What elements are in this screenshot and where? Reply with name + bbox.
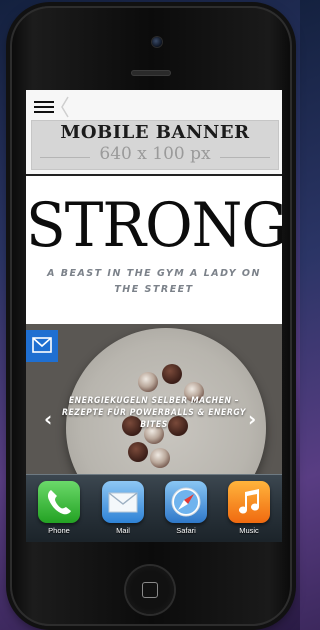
home-square-icon	[142, 582, 158, 598]
energy-ball	[128, 442, 148, 462]
hamburger-menu-button[interactable]	[34, 98, 54, 114]
banner-title: MOBILE BANNER	[60, 122, 250, 143]
mail-icon	[102, 481, 144, 523]
banner-size-label: 640 x 100 px	[99, 144, 211, 164]
slider-prev-button[interactable]: ‹	[44, 409, 58, 429]
dock-app-label: Music	[239, 526, 259, 535]
email-share-button[interactable]	[26, 330, 58, 362]
dock-app-phone[interactable]: Phone	[36, 481, 82, 535]
earpiece-speaker	[131, 70, 171, 76]
energy-ball	[138, 372, 158, 392]
dock-app-mail[interactable]: Mail	[100, 481, 146, 535]
hamburger-icon-line	[34, 106, 54, 108]
phone-screen: MOBILE BANNER 640 x 100 px STRONG A BEAS…	[26, 90, 282, 542]
dock-app-safari[interactable]: Safari	[163, 481, 209, 535]
dock-app-music[interactable]: Music	[226, 481, 272, 535]
energy-ball	[150, 448, 170, 468]
energy-ball	[162, 364, 182, 384]
safari-icon	[165, 481, 207, 523]
dimension-line	[220, 157, 270, 158]
featured-slider[interactable]: ENERGIEKUGELN SELBER MACHEN – REZEPTE FÜ…	[26, 324, 282, 474]
site-logo[interactable]: STRONG	[26, 192, 282, 257]
ios-dock: Phone Mail Safari Music	[26, 474, 282, 542]
hamburger-icon-line	[34, 111, 54, 113]
hero-section: STRONG A BEAST IN THE GYM A LADY ON THE …	[26, 174, 282, 326]
envelope-icon	[32, 337, 52, 353]
slider-next-button[interactable]: ›	[248, 409, 262, 429]
hamburger-icon-line	[34, 101, 54, 103]
site-tagline: A BEAST IN THE GYM A LADY ON THE STREET	[47, 268, 261, 295]
home-button[interactable]	[126, 566, 174, 614]
slide-caption[interactable]: ENERGIEKUGELN SELBER MACHEN – REZEPTE FÜ…	[54, 395, 254, 431]
dock-app-label: Mail	[116, 526, 130, 535]
dock-app-label: Phone	[48, 526, 70, 535]
dock-app-label: Safari	[176, 526, 196, 535]
dimension-line	[40, 157, 90, 158]
phone-icon	[38, 481, 80, 523]
site-header: MOBILE BANNER 640 x 100 px	[26, 90, 282, 174]
music-icon	[228, 481, 270, 523]
menu-chevron-icon	[61, 96, 69, 118]
front-camera-icon	[152, 37, 162, 47]
mobile-banner-ad[interactable]: MOBILE BANNER 640 x 100 px	[31, 120, 279, 170]
